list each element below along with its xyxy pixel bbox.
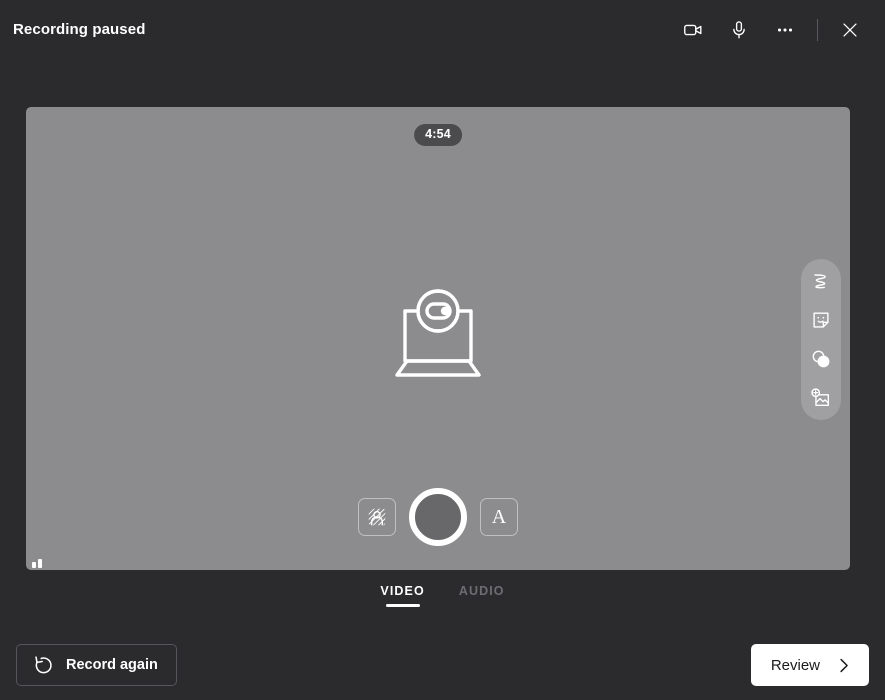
filters-button[interactable] [805,343,837,375]
audio-level-meter [32,556,42,568]
redo-icon [32,654,55,677]
add-image-icon [810,387,832,409]
page-title: Recording paused [13,21,146,38]
tab-video[interactable]: VIDEO [378,582,426,610]
annotation-toolbar [801,259,841,420]
review-button[interactable]: Review [750,644,869,686]
media-tabs: VIDEO AUDIO [0,582,885,610]
microphone-icon [728,19,750,41]
add-image-button[interactable] [805,382,837,414]
title-bar: Recording paused [0,0,885,59]
close-icon [839,19,861,41]
microphone-button[interactable] [716,10,762,50]
camera-button[interactable] [670,10,716,50]
footer-bar: Record again Review [0,630,885,700]
filters-icon [810,348,832,370]
laptop-screenshare-icon [383,289,493,389]
camera-icon [682,19,704,41]
level-bar [38,559,42,568]
text-tool-icon: A [491,506,507,528]
text-tool-button[interactable]: A [480,498,518,536]
header-divider [817,18,818,41]
title-bar-actions [670,10,873,50]
ink-button[interactable] [805,265,837,297]
recording-timer: 4:54 [414,124,462,146]
level-bar [32,562,36,568]
chevron-right-icon [834,656,853,675]
close-button[interactable] [827,10,873,50]
sticker-icon [810,309,832,331]
background-effects-button[interactable] [358,498,396,536]
ink-icon [810,270,832,292]
video-preview-stage: 4:54 A [26,107,850,570]
capture-controls: A [358,488,518,546]
record-again-button[interactable]: Record again [16,644,177,686]
tab-audio[interactable]: AUDIO [457,582,507,610]
record-again-label: Record again [66,657,158,673]
review-label: Review [770,656,820,674]
more-options-icon [774,19,796,41]
sticker-button[interactable] [805,304,837,336]
background-effects-icon [366,506,388,528]
record-button[interactable] [409,488,467,546]
more-options-button[interactable] [762,10,808,50]
